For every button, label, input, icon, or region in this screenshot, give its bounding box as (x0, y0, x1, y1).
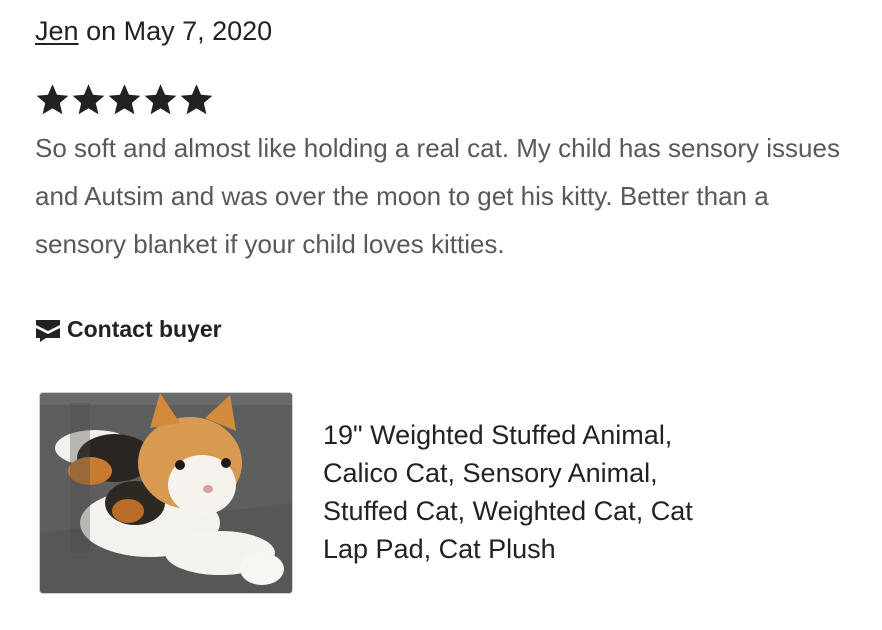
star-icon (71, 82, 106, 117)
listing-title[interactable]: 19" Weighted Stuffed Animal, Calico Cat,… (323, 416, 743, 568)
review-text: So soft and almost like holding a real c… (35, 133, 840, 259)
star-icon (107, 82, 142, 117)
review-byline: Jen on May 7, 2020 (35, 16, 272, 47)
envelope-icon (35, 318, 61, 342)
star-rating (35, 82, 214, 117)
purchased-listing: 19" Weighted Stuffed Animal, Calico Cat,… (39, 392, 743, 594)
star-icon (179, 82, 214, 117)
contact-buyer-label: Contact buyer (67, 316, 222, 342)
reviewer-name-link[interactable]: Jen (35, 16, 79, 46)
star-icon (35, 82, 70, 117)
contact-buyer-button[interactable]: Contact buyer (35, 316, 222, 343)
review-date: on May 7, 2020 (86, 16, 273, 46)
star-icon (143, 82, 178, 117)
listing-thumbnail[interactable] (39, 392, 293, 594)
